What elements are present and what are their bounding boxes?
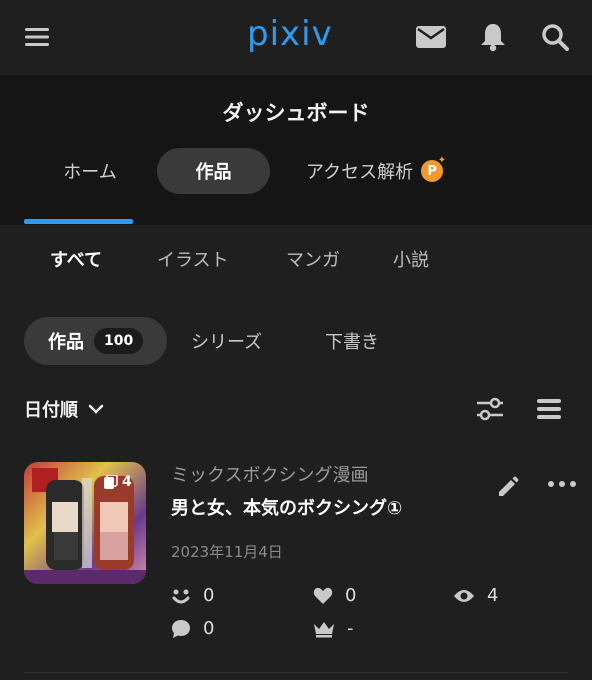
page-count-badge: 4 [104, 474, 132, 490]
tab-label: ホーム [63, 162, 117, 183]
tab-label: アクセス解析 [306, 162, 414, 183]
ranking-stat: - [313, 618, 354, 639]
filter-sliders-icon[interactable] [475, 396, 505, 422]
pixiv-logo[interactable]: pixiv [247, 14, 333, 54]
sort-dropdown[interactable]: 日付順 [24, 396, 104, 422]
pill-drafts[interactable]: 下書き [325, 317, 379, 365]
search-icon[interactable] [540, 22, 570, 52]
filter-manga[interactable]: マンガ [286, 246, 340, 272]
tab-access-analytics[interactable]: アクセス解析 P ✦ [296, 148, 466, 194]
comment-bubble-icon [172, 619, 190, 638]
tab-home[interactable]: ホーム [40, 148, 140, 194]
work-date: 2023年11月4日 [171, 543, 283, 561]
views-stat: 4 [453, 585, 498, 606]
menu-icon[interactable] [24, 24, 50, 50]
bell-icon[interactable] [478, 22, 508, 52]
work-thumbnail[interactable]: 4 [24, 462, 146, 584]
premium-badge-icon: P ✦ [421, 155, 446, 182]
likes-stat: 0 [313, 585, 356, 606]
comments-stat: 0 [171, 618, 214, 639]
work-title[interactable]: 男と女、本気のボクシング① [171, 494, 402, 520]
active-tab-indicator [24, 219, 133, 224]
page-title: ダッシュボード [222, 101, 370, 125]
list-divider [24, 672, 568, 673]
list-view-icon[interactable] [536, 397, 562, 421]
eye-icon [454, 589, 474, 602]
filter-novel[interactable]: 小説 [393, 246, 429, 272]
tab-label: 作品 [195, 162, 232, 183]
work-series[interactable]: ミックスボクシング漫画 [171, 461, 368, 487]
tab-works[interactable]: 作品 [157, 148, 270, 194]
works-count-badge: 100 [94, 328, 144, 354]
response-face-icon [172, 589, 190, 603]
chevron-down-icon [88, 404, 104, 414]
pill-label: 作品 [48, 332, 84, 353]
heart-icon [313, 587, 333, 604]
sort-label: 日付順 [24, 400, 78, 421]
crown-icon [314, 621, 334, 637]
filter-illust[interactable]: イラスト [157, 246, 229, 272]
edit-pencil-icon[interactable] [495, 474, 521, 500]
pill-works[interactable]: 作品 100 [24, 317, 168, 365]
filter-all[interactable]: すべて [50, 246, 102, 272]
mail-icon[interactable] [416, 24, 446, 50]
responses-stat: 0 [171, 585, 214, 606]
pages-icon [104, 475, 118, 489]
more-options-icon[interactable] [547, 476, 577, 492]
pill-series[interactable]: シリーズ [191, 317, 262, 365]
